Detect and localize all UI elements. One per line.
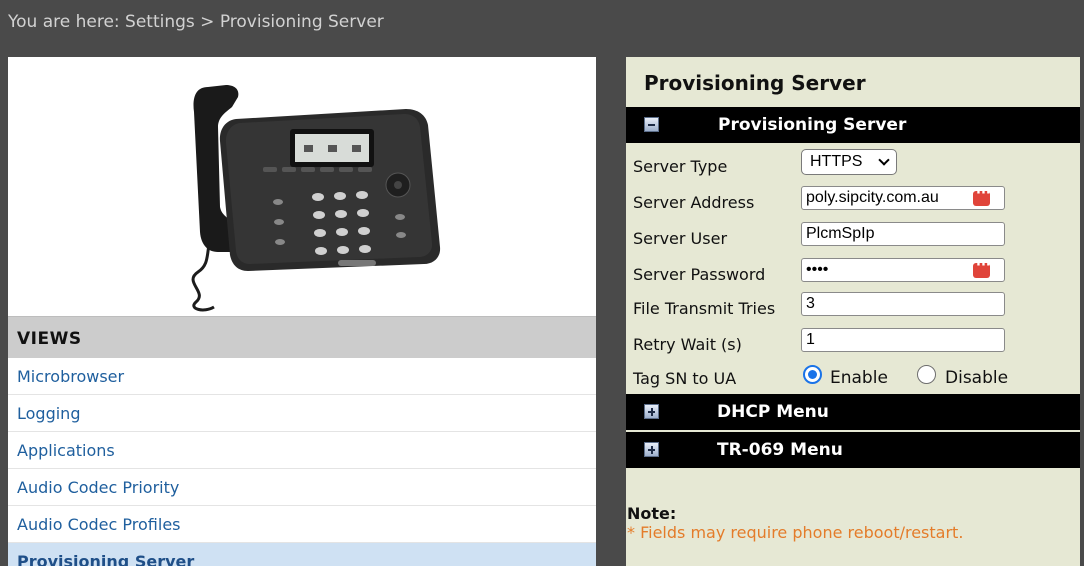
page-title: Provisioning Server bbox=[644, 71, 866, 95]
password-manager-icon[interactable] bbox=[973, 186, 991, 206]
section-label: DHCP Menu bbox=[717, 402, 829, 422]
server-user-value: PlcmSpIp bbox=[806, 225, 875, 242]
file-transmit-tries-value: 3 bbox=[806, 295, 815, 312]
nav-item-label[interactable]: Logging bbox=[17, 404, 80, 423]
nav-item-label[interactable]: Microbrowser bbox=[17, 367, 124, 386]
server-password-input[interactable]: •••• bbox=[801, 258, 1005, 282]
minus-toggle-icon[interactable] bbox=[644, 117, 659, 132]
nav-item-provisioning-server[interactable]: Provisioning Server bbox=[8, 543, 596, 566]
nav-item-label[interactable]: Provisioning Server bbox=[17, 552, 194, 566]
nav-item-microbrowser[interactable]: Microbrowser bbox=[8, 358, 596, 395]
nav-item-audio-codec-profiles[interactable]: Audio Codec Profiles bbox=[8, 506, 596, 543]
desk-phone-icon bbox=[191, 85, 441, 312]
row-retry-wait: Retry Wait (s) 1 bbox=[626, 326, 1080, 362]
right-gutter bbox=[1080, 57, 1084, 566]
file-transmit-tries-label: File Transmit Tries bbox=[633, 299, 776, 318]
tag-sn-enable-label[interactable]: Enable bbox=[830, 368, 888, 388]
note-title: Note: bbox=[627, 504, 677, 523]
server-address-input[interactable]: poly.sipcity.com.au bbox=[801, 186, 1005, 210]
breadcrumb: You are here: Settings > Provisioning Se… bbox=[8, 12, 384, 32]
server-type-label: Server Type bbox=[633, 157, 728, 176]
server-user-label: Server User bbox=[633, 229, 728, 248]
views-header: VIEWS bbox=[8, 316, 596, 358]
top-gutter bbox=[0, 44, 1084, 57]
nav-item-label[interactable]: Applications bbox=[17, 441, 115, 460]
retry-wait-label: Retry Wait (s) bbox=[633, 335, 742, 354]
left-gutter bbox=[0, 57, 8, 566]
server-address-label: Server Address bbox=[633, 193, 755, 212]
nav-item-applications[interactable]: Applications bbox=[8, 432, 596, 469]
section-label: Provisioning Server bbox=[718, 115, 907, 135]
tag-sn-enable-radio[interactable] bbox=[803, 365, 822, 384]
row-tag-sn-to-ua: Tag SN to UA Enable Disable bbox=[626, 360, 1080, 396]
row-server-address: Server Address poly.sipcity.com.au bbox=[626, 184, 1080, 220]
chevron-down-icon bbox=[878, 154, 890, 166]
plus-toggle-icon[interactable] bbox=[644, 404, 659, 419]
server-user-input[interactable]: PlcmSpIp bbox=[801, 222, 1005, 246]
section-provisioning-server[interactable]: Provisioning Server bbox=[626, 107, 1080, 143]
retry-wait-value: 1 bbox=[806, 331, 815, 348]
server-type-value: HTTPS bbox=[810, 153, 863, 170]
tag-sn-disable-label[interactable]: Disable bbox=[945, 368, 1008, 388]
retry-wait-input[interactable]: 1 bbox=[801, 328, 1005, 352]
tag-sn-label: Tag SN to UA bbox=[633, 369, 737, 388]
row-server-type: Server Type HTTPS bbox=[626, 148, 1080, 184]
tag-sn-disable-radio[interactable] bbox=[917, 365, 936, 384]
section-dhcp-menu[interactable]: DHCP Menu bbox=[626, 394, 1080, 430]
center-gutter bbox=[596, 57, 626, 566]
section-tr069-menu[interactable]: TR-069 Menu bbox=[626, 432, 1080, 468]
server-type-select[interactable]: HTTPS bbox=[801, 149, 897, 175]
nav-item-label[interactable]: Audio Codec Profiles bbox=[17, 515, 181, 534]
password-manager-icon[interactable] bbox=[973, 258, 991, 278]
server-address-value: poly.sipcity.com.au bbox=[806, 189, 939, 206]
right-panel: Provisioning Server Provisioning Server … bbox=[626, 57, 1080, 566]
server-password-value: •••• bbox=[806, 261, 829, 278]
note-text: * Fields may require phone reboot/restar… bbox=[627, 523, 964, 542]
row-server-password: Server Password •••• bbox=[626, 256, 1080, 292]
section-label: TR-069 Menu bbox=[717, 440, 843, 460]
left-panel: VIEWS Microbrowser Logging Applications … bbox=[8, 57, 596, 566]
file-transmit-tries-input[interactable]: 3 bbox=[801, 292, 1005, 316]
nav-item-label[interactable]: Audio Codec Priority bbox=[17, 478, 179, 497]
row-server-user: Server User PlcmSpIp bbox=[626, 220, 1080, 256]
nav-item-audio-codec-priority[interactable]: Audio Codec Priority bbox=[8, 469, 596, 506]
nav-item-logging[interactable]: Logging bbox=[8, 395, 596, 432]
plus-toggle-icon[interactable] bbox=[644, 442, 659, 457]
views-header-label: VIEWS bbox=[17, 329, 82, 349]
phone-image bbox=[8, 57, 596, 316]
server-password-label: Server Password bbox=[633, 265, 766, 284]
row-file-transmit-tries: File Transmit Tries 3 bbox=[626, 290, 1080, 326]
